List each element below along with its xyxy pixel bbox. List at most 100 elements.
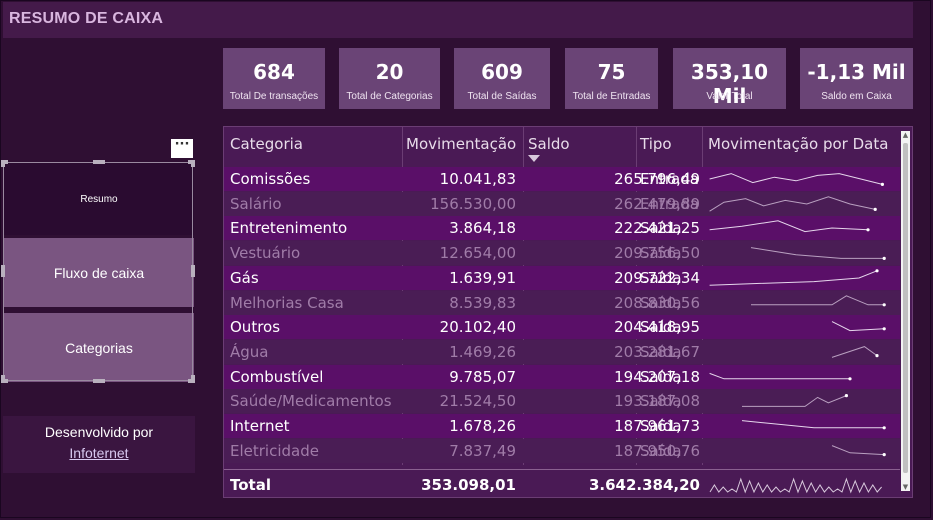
sparkline-point bbox=[875, 268, 879, 273]
cell-movimentacao: 21.524,50 bbox=[439, 392, 516, 411]
table-row[interactable]: Internet 1.678,26 187.961,73 Saída bbox=[224, 414, 900, 438]
resize-handle[interactable] bbox=[93, 160, 105, 164]
header-movimentacao-por-data[interactable]: Movimentação por Data bbox=[708, 135, 888, 153]
cell-tipo: Saída bbox=[640, 293, 682, 312]
page-title: RESUMO DE CAIXA bbox=[9, 10, 164, 27]
sparkline-point bbox=[880, 182, 884, 186]
table-row[interactable]: Eletricidade 7.837,49 187.950,76 Saída bbox=[224, 438, 900, 463]
row-sparkline bbox=[750, 247, 886, 261]
row-sparkline bbox=[831, 345, 879, 358]
sparkline-path bbox=[750, 247, 885, 259]
kpi-value: -1,13 Mil bbox=[807, 60, 906, 84]
sparkline-path bbox=[831, 444, 885, 455]
resize-handle[interactable] bbox=[93, 379, 105, 383]
kpi-card-total-categorias: 20 Total de Categorias bbox=[339, 48, 440, 109]
cell-tipo: Saída bbox=[640, 367, 682, 386]
table-header: Categoria Movimentação Saldo Tipo Movime… bbox=[224, 127, 900, 165]
header-saldo[interactable]: Saldo bbox=[528, 135, 570, 153]
cell-tipo: Entrada bbox=[640, 194, 699, 213]
kpi-label: Total De transações bbox=[229, 91, 319, 102]
cell-movimentacao: 3.864,18 bbox=[449, 219, 516, 238]
cell-movimentacao: 12.654,00 bbox=[439, 244, 516, 263]
row-sparkline bbox=[709, 173, 884, 186]
cell-tipo: Saída bbox=[640, 441, 682, 460]
cell-movimentacao: 1.678,26 bbox=[449, 417, 516, 435]
row-sparkline bbox=[831, 321, 886, 332]
sort-desc-icon bbox=[528, 155, 540, 162]
sparkline-point bbox=[844, 394, 848, 398]
kpi-label: Total de Categorias bbox=[346, 91, 433, 102]
table-row[interactable]: Vestuário 12.654,00 209.756,50 Saída bbox=[224, 241, 900, 266]
scrollbar-thumb[interactable] bbox=[903, 143, 908, 473]
table-row[interactable]: Saúde/Medicamentos 21.524,50 193.187,08 Saí… bbox=[224, 389, 900, 414]
sparkline-point bbox=[873, 207, 877, 211]
resize-handle[interactable] bbox=[1, 160, 5, 167]
kpi-card-valor-total: 353,10 Mil Valor Total bbox=[673, 48, 786, 109]
resize-handle[interactable] bbox=[1, 265, 5, 277]
navigation-panel: Resumo Fluxo de caixa Categorias bbox=[1, 160, 195, 383]
kpi-label: Saldo em Caixa bbox=[821, 91, 892, 102]
cell-tipo: Saída bbox=[640, 268, 682, 287]
row-sparkline bbox=[751, 294, 886, 306]
table-row[interactable]: Comissões 10.041,83 265.796,49 Entrada bbox=[224, 167, 900, 191]
table-row[interactable]: Entretenimento 3.864,18 222.421,25 Saída bbox=[224, 216, 900, 241]
cell-categoria: Gás bbox=[230, 268, 259, 287]
sparkline-point bbox=[882, 426, 886, 430]
row-sparkline bbox=[742, 394, 848, 408]
kpi-label: Total de Entradas bbox=[572, 91, 651, 102]
sparkline-path bbox=[709, 173, 883, 185]
table-row[interactable]: Gás 1.639,91 209.722,34 Saída bbox=[224, 265, 900, 290]
cell-tipo: Saída bbox=[640, 318, 682, 337]
cell-tipo: Saída bbox=[640, 219, 682, 238]
total-movimentacao: 353.098,01 bbox=[421, 476, 516, 494]
developer-link[interactable]: Infoternet bbox=[3, 445, 195, 461]
resize-handle[interactable] bbox=[191, 160, 195, 167]
cell-movimentacao: 1.469,26 bbox=[449, 342, 516, 361]
resize-handle[interactable] bbox=[1, 375, 5, 382]
table-row[interactable]: Salário 156.530,00 262.479,89 Entrada bbox=[224, 191, 900, 216]
header-categoria[interactable]: Categoria bbox=[230, 135, 303, 153]
table-row[interactable]: Combustível 9.785,07 194.207,18 Saída bbox=[224, 364, 900, 389]
kpi-value: 20 bbox=[375, 60, 404, 84]
sparkline-point bbox=[882, 302, 886, 306]
header-tipo[interactable]: Tipo bbox=[640, 135, 672, 153]
cell-categoria: Vestuário bbox=[230, 244, 301, 263]
table-scrollbar[interactable]: ▲ ▼ bbox=[901, 131, 910, 491]
sparkline-path bbox=[709, 372, 850, 379]
sparkline-point bbox=[875, 353, 879, 358]
cell-movimentacao: 20.102,40 bbox=[439, 318, 516, 337]
cell-categoria: Água bbox=[230, 342, 269, 361]
kpi-card-total-saidas: 609 Total de Saídas bbox=[454, 48, 550, 109]
table-row[interactable]: Outros 20.102,40 204.418,95 Saída bbox=[224, 315, 900, 340]
table-row[interactable]: Melhorias Casa 8.539,83 208.830,56 Saída bbox=[224, 290, 900, 315]
kpi-label: Valor Total bbox=[706, 91, 753, 102]
sparkline-point bbox=[848, 376, 852, 380]
resize-handle[interactable] bbox=[191, 265, 195, 277]
sparkline-path bbox=[831, 345, 878, 358]
table-total-row: Total 353.098,01 3.642.384,20 bbox=[224, 469, 900, 497]
nav-button-categorias[interactable]: Categorias bbox=[4, 313, 194, 382]
nav-button-resumo[interactable]: Resumo bbox=[4, 163, 194, 235]
sparkline-point bbox=[882, 256, 886, 261]
scroll-up-icon[interactable]: ▲ bbox=[901, 131, 910, 139]
kpi-value: 609 bbox=[481, 60, 523, 84]
developer-text: Desenvolvido por bbox=[44, 424, 154, 440]
cell-tipo: Saída bbox=[640, 342, 682, 361]
more-options-button[interactable]: ··· bbox=[171, 138, 193, 158]
scroll-down-icon[interactable]: ▼ bbox=[901, 483, 910, 491]
cell-movimentacao: 1.639,91 bbox=[449, 268, 516, 287]
sparkline-path bbox=[709, 195, 876, 212]
sparkline-path bbox=[709, 270, 878, 286]
resize-handle[interactable] bbox=[191, 375, 195, 382]
row-sparkline bbox=[831, 444, 886, 456]
kpi-card-total-transacoes: 684 Total De transações bbox=[223, 48, 325, 109]
cell-tipo: Entrada bbox=[640, 170, 699, 188]
cell-categoria: Internet bbox=[230, 417, 290, 435]
row-sparkline bbox=[741, 420, 886, 430]
header-movimentacao[interactable]: Movimentação bbox=[406, 135, 516, 153]
kpi-card-total-entradas: 75 Total de Entradas bbox=[565, 48, 658, 109]
total-label: Total bbox=[230, 476, 271, 494]
table-row[interactable]: Água 1.469,26 203.281,67 Saída bbox=[224, 339, 900, 364]
nav-button-fluxo-de-caixa[interactable]: Fluxo de caixa bbox=[4, 238, 194, 307]
total-sparkline bbox=[709, 477, 882, 494]
